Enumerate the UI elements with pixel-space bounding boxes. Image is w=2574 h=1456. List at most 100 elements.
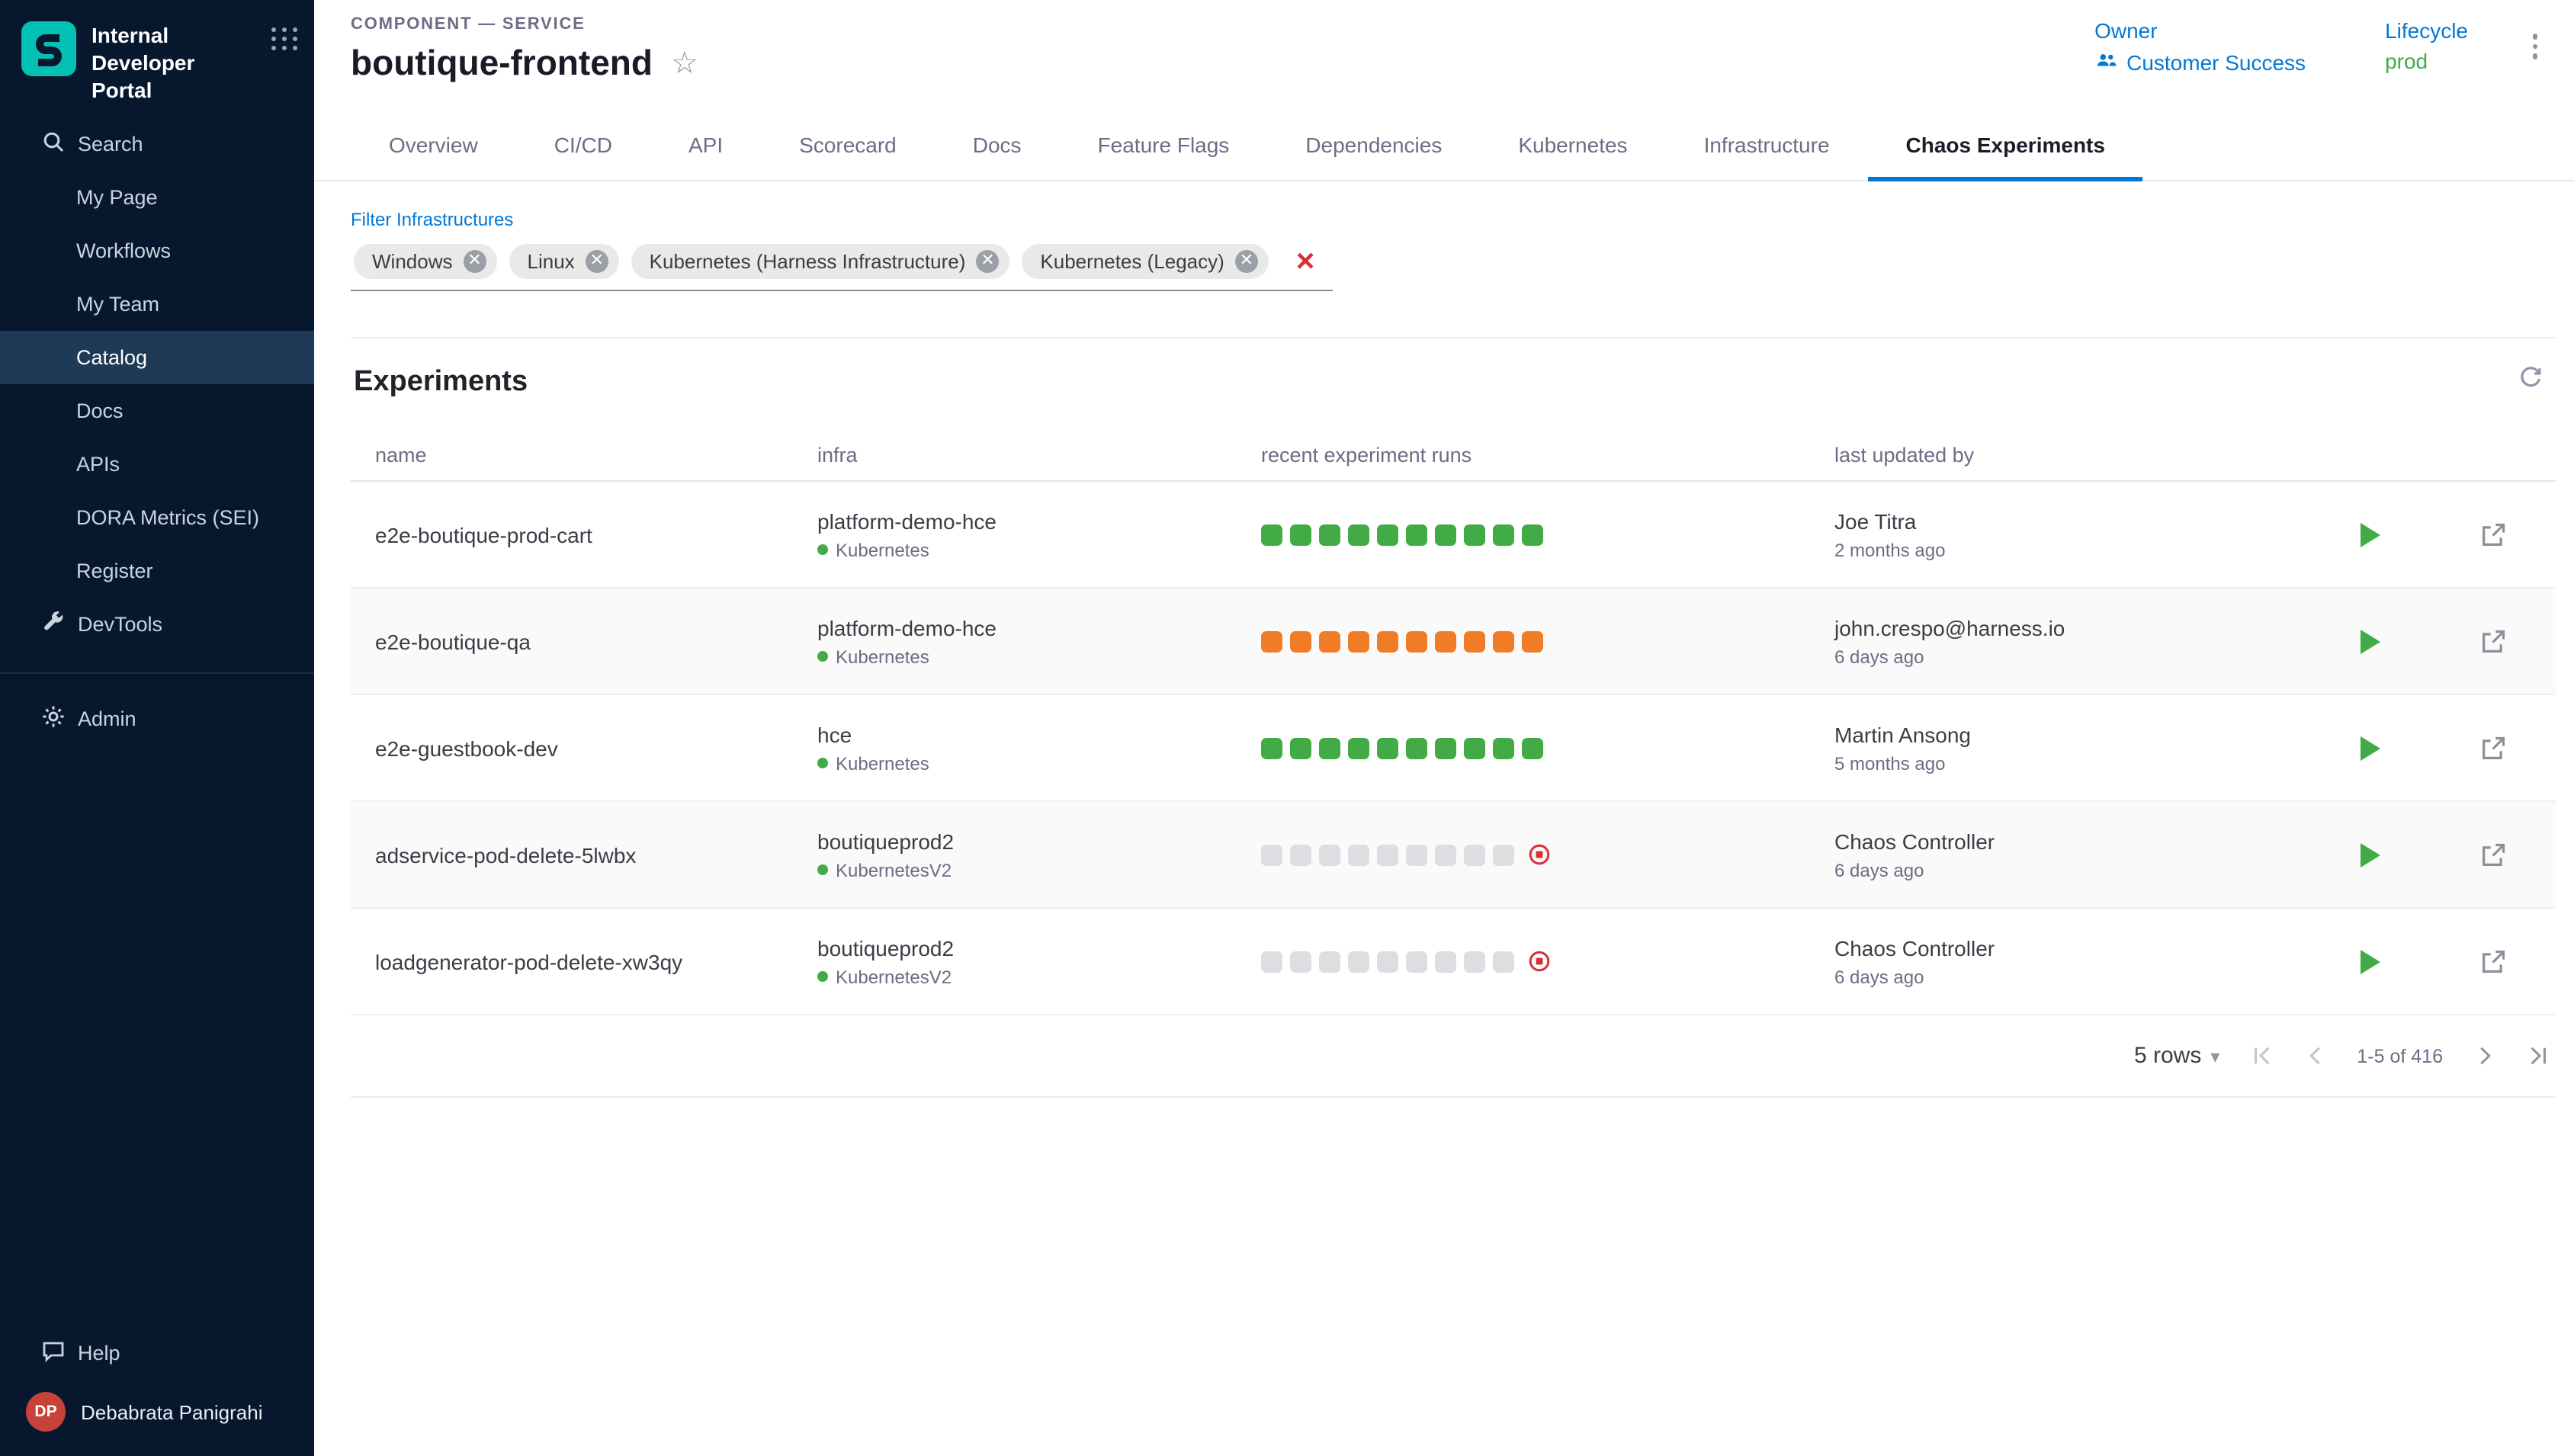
apps-grid-icon[interactable] bbox=[271, 27, 299, 50]
owner-link[interactable]: Customer Success bbox=[2094, 49, 2306, 76]
run-indicator[interactable] bbox=[1319, 737, 1340, 758]
last-page-button[interactable] bbox=[2527, 1044, 2550, 1067]
filter-chip[interactable]: Linux ✕ bbox=[509, 244, 619, 279]
infrastructure-filter-input[interactable]: Windows ✕ Linux ✕ Kubernetes (Harness In… bbox=[351, 239, 1333, 291]
run-indicator[interactable] bbox=[1377, 524, 1398, 545]
filter-chip[interactable]: Kubernetes (Harness Infrastructure) ✕ bbox=[631, 244, 1010, 279]
run-indicator[interactable] bbox=[1348, 737, 1369, 758]
run-indicator[interactable] bbox=[1435, 737, 1456, 758]
run-indicator[interactable] bbox=[1406, 844, 1427, 865]
run-indicator[interactable] bbox=[1464, 737, 1485, 758]
run-experiment-button[interactable] bbox=[2309, 522, 2431, 547]
sidebar-item-my-page[interactable]: My Page bbox=[0, 170, 314, 223]
run-indicator[interactable] bbox=[1464, 951, 1485, 972]
run-experiment-button[interactable] bbox=[2309, 736, 2431, 760]
run-indicator[interactable] bbox=[1261, 524, 1282, 545]
run-indicator[interactable] bbox=[1406, 524, 1427, 545]
help-button[interactable]: Help bbox=[0, 1326, 314, 1380]
tab-cicd[interactable]: CI/CD bbox=[516, 108, 650, 180]
sidebar-item-dora-metrics[interactable]: DORA Metrics (SEI) bbox=[0, 490, 314, 544]
run-experiment-button[interactable] bbox=[2309, 949, 2431, 973]
run-indicator[interactable] bbox=[1290, 951, 1311, 972]
run-indicator[interactable] bbox=[1290, 737, 1311, 758]
run-indicator[interactable] bbox=[1406, 737, 1427, 758]
filter-chip[interactable]: Kubernetes (Legacy) ✕ bbox=[1022, 244, 1268, 279]
chip-remove-icon[interactable]: ✕ bbox=[464, 250, 486, 273]
run-indicator[interactable] bbox=[1406, 630, 1427, 652]
open-experiment-button[interactable] bbox=[2431, 627, 2556, 655]
run-experiment-button[interactable] bbox=[2309, 842, 2431, 867]
run-indicator[interactable] bbox=[1348, 951, 1369, 972]
chip-remove-icon[interactable]: ✕ bbox=[586, 250, 608, 273]
sidebar-item-apis[interactable]: APIs bbox=[0, 437, 314, 490]
rows-per-page-select[interactable]: 5 rows ▾ bbox=[2134, 1043, 2219, 1069]
favorite-star-icon[interactable]: ☆ bbox=[671, 48, 698, 79]
sidebar-item-my-team[interactable]: My Team bbox=[0, 277, 314, 330]
run-indicator[interactable] bbox=[1261, 844, 1282, 865]
run-indicator[interactable] bbox=[1493, 630, 1514, 652]
run-indicator[interactable] bbox=[1406, 951, 1427, 972]
run-indicator[interactable] bbox=[1493, 524, 1514, 545]
run-indicator[interactable] bbox=[1319, 524, 1340, 545]
open-experiment-button[interactable] bbox=[2431, 841, 2556, 868]
sidebar-item-catalog[interactable]: Catalog bbox=[0, 330, 314, 383]
run-indicator[interactable] bbox=[1319, 844, 1340, 865]
run-indicator[interactable] bbox=[1522, 737, 1543, 758]
run-indicator[interactable] bbox=[1435, 951, 1456, 972]
clear-filters-button[interactable]: × bbox=[1296, 245, 1315, 277]
sidebar-item-admin[interactable]: Admin bbox=[0, 691, 314, 745]
next-page-button[interactable] bbox=[2473, 1044, 2496, 1067]
run-indicator[interactable] bbox=[1348, 524, 1369, 545]
tab-chaos-experiments[interactable]: Chaos Experiments bbox=[1868, 108, 2143, 181]
run-indicator[interactable] bbox=[1377, 951, 1398, 972]
run-indicator[interactable] bbox=[1261, 737, 1282, 758]
run-indicator[interactable] bbox=[1261, 630, 1282, 652]
run-indicator[interactable] bbox=[1493, 844, 1514, 865]
tab-overview[interactable]: Overview bbox=[351, 108, 516, 180]
tab-scorecard[interactable]: Scorecard bbox=[761, 108, 935, 180]
more-options-kebab-icon[interactable] bbox=[2526, 27, 2544, 65]
run-indicator[interactable] bbox=[1493, 951, 1514, 972]
run-indicator[interactable] bbox=[1464, 630, 1485, 652]
run-indicator[interactable] bbox=[1464, 844, 1485, 865]
run-indicator[interactable] bbox=[1290, 844, 1311, 865]
tab-feature-flags[interactable]: Feature Flags bbox=[1060, 108, 1268, 180]
chip-remove-icon[interactable]: ✕ bbox=[1235, 250, 1258, 273]
run-indicator[interactable] bbox=[1435, 524, 1456, 545]
run-indicator[interactable] bbox=[1435, 844, 1456, 865]
run-indicator[interactable] bbox=[1290, 630, 1311, 652]
open-experiment-button[interactable] bbox=[2431, 521, 2556, 548]
run-indicator[interactable] bbox=[1377, 630, 1398, 652]
run-indicator[interactable] bbox=[1464, 524, 1485, 545]
run-indicator[interactable] bbox=[1377, 844, 1398, 865]
first-page-button[interactable] bbox=[2250, 1044, 2273, 1067]
chip-remove-icon[interactable]: ✕ bbox=[976, 250, 999, 273]
user-menu[interactable]: DP Debabrata Panigrahi bbox=[0, 1380, 314, 1441]
tab-infrastructure[interactable]: Infrastructure bbox=[1666, 108, 1868, 180]
run-indicator[interactable] bbox=[1348, 630, 1369, 652]
run-indicator[interactable] bbox=[1290, 524, 1311, 545]
sidebar-item-devtools[interactable]: DevTools bbox=[0, 597, 314, 650]
run-indicator[interactable] bbox=[1435, 630, 1456, 652]
previous-page-button[interactable] bbox=[2303, 1044, 2326, 1067]
run-experiment-button[interactable] bbox=[2309, 629, 2431, 653]
run-indicator[interactable] bbox=[1493, 737, 1514, 758]
tab-api[interactable]: API bbox=[650, 108, 761, 180]
refresh-icon[interactable] bbox=[2518, 366, 2544, 399]
run-indicator[interactable] bbox=[1348, 844, 1369, 865]
sidebar-item-workflows[interactable]: Workflows bbox=[0, 223, 314, 277]
sidebar-item-register[interactable]: Register bbox=[0, 544, 314, 597]
sidebar-item-docs[interactable]: Docs bbox=[0, 383, 314, 437]
open-experiment-button[interactable] bbox=[2431, 948, 2556, 975]
run-indicator[interactable] bbox=[1261, 951, 1282, 972]
tab-kubernetes[interactable]: Kubernetes bbox=[1480, 108, 1665, 180]
run-indicator[interactable] bbox=[1319, 951, 1340, 972]
run-indicator[interactable] bbox=[1319, 630, 1340, 652]
tab-dependencies[interactable]: Dependencies bbox=[1267, 108, 1480, 180]
tab-docs[interactable]: Docs bbox=[935, 108, 1060, 180]
open-experiment-button[interactable] bbox=[2431, 734, 2556, 762]
run-indicator[interactable] bbox=[1522, 524, 1543, 545]
run-indicator[interactable] bbox=[1377, 737, 1398, 758]
filter-chip[interactable]: Windows ✕ bbox=[354, 244, 497, 279]
run-indicator[interactable] bbox=[1522, 630, 1543, 652]
